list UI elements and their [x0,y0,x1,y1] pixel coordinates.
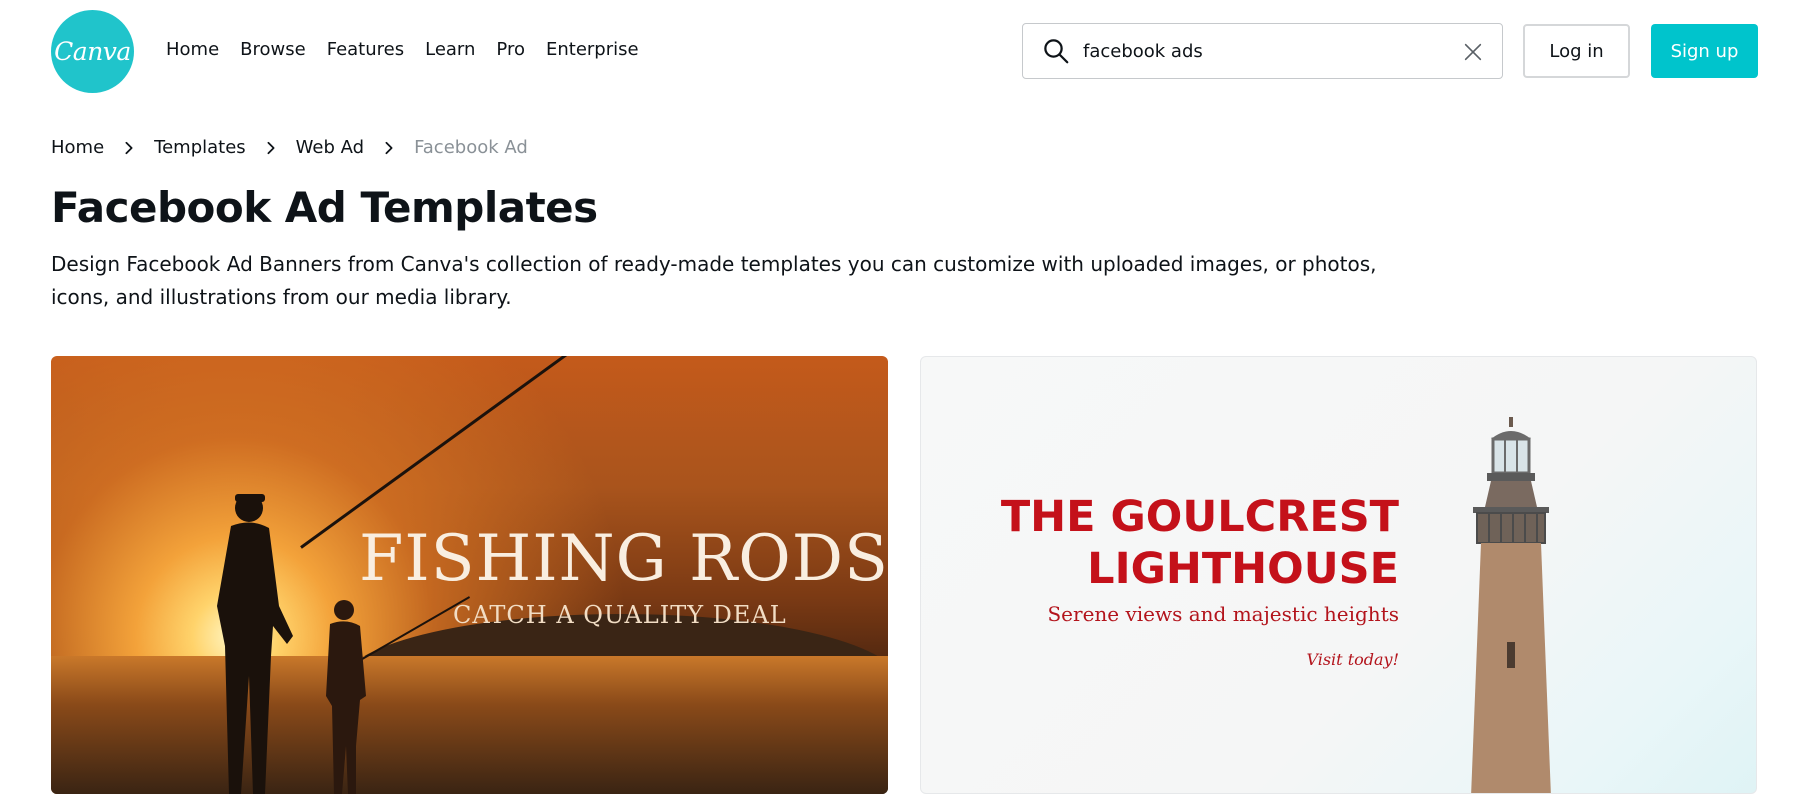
chevron-right-icon [267,141,275,154]
main-nav: Home Browse Features Learn Pro Enterpris… [166,37,660,63]
breadcrumb-home[interactable]: Home [51,137,104,158]
login-button[interactable]: Log in [1523,24,1630,78]
headline-line: LIGHTHOUSE [1087,544,1399,594]
nav-home[interactable]: Home [166,37,219,63]
signup-button[interactable]: Sign up [1651,24,1758,78]
fisherman-silhouette [326,600,366,794]
top-navigation-bar: Canva Home Browse Features Learn Pro Ent… [0,0,1805,100]
breadcrumb-templates[interactable]: Templates [154,137,246,158]
page-description: Design Facebook Ad Banners from Canva's … [51,252,1377,309]
chevron-right-icon [125,141,133,154]
close-icon[interactable] [1462,41,1484,63]
template-headline: THE GOULCREST LIGHTHOUSE [1001,491,1399,595]
canva-logo[interactable]: Canva [51,10,134,93]
nav-enterprise[interactable]: Enterprise [546,37,639,63]
page-title: Facebook Ad Templates [51,183,598,232]
search-input[interactable] [1083,40,1453,62]
breadcrumb-web-ad[interactable]: Web Ad [296,137,364,158]
search-icon [1044,39,1069,64]
template-card-fishing-rods[interactable]: FISHING RODS CATCH A QUALITY DEAL [51,356,888,794]
headline-line: THE GOULCREST [1000,492,1399,542]
breadcrumb: Home Templates Web Ad Facebook Ad [51,137,528,158]
template-cta: Visit today! [1306,650,1399,669]
nav-pro[interactable]: Pro [496,37,525,63]
nav-features[interactable]: Features [327,37,404,63]
template-subline: CATCH A QUALITY DEAL [453,601,787,629]
nav-learn[interactable]: Learn [425,37,475,63]
logo-text: Canva [54,37,131,66]
search-box[interactable] [1022,23,1503,79]
nav-browse[interactable]: Browse [240,37,306,63]
fisherman-silhouette [217,494,293,794]
template-subline: Serene views and majestic heights [1047,602,1399,626]
lighthouse-illustration [1471,417,1551,793]
template-headline: FISHING RODS [359,522,888,596]
fishing-rod-line [300,356,675,549]
chevron-right-icon [385,141,393,154]
template-card-lighthouse[interactable]: THE GOULCREST LIGHTHOUSE Serene views an… [920,356,1757,794]
water-area [51,656,888,794]
breadcrumb-current: Facebook Ad [414,137,528,158]
